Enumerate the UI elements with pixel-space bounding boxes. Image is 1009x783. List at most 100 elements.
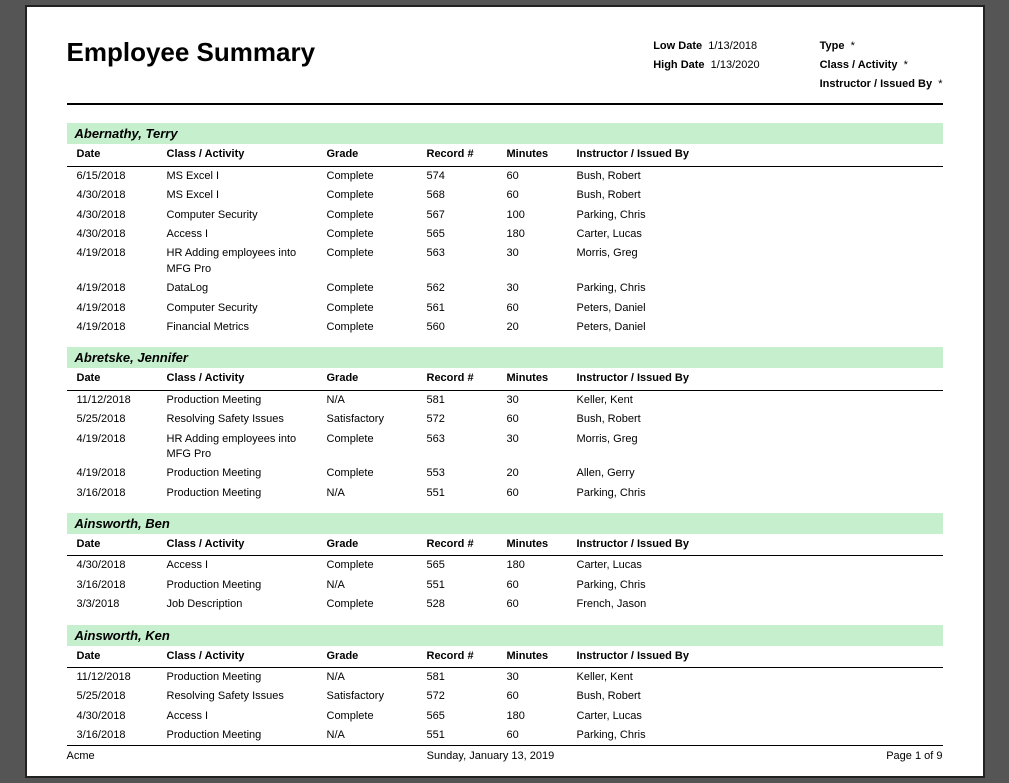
table-cell: Production Meeting xyxy=(165,669,325,686)
table-cell: 60 xyxy=(505,411,575,428)
table-cell: Complete xyxy=(325,465,425,482)
table-cell: 180 xyxy=(505,708,575,725)
table-row: 4/19/2018Financial MetricsComplete56020P… xyxy=(67,318,943,337)
table-cell: 4/19/2018 xyxy=(75,431,165,448)
table-cell: Parking, Chris xyxy=(575,280,755,297)
table-cell: N/A xyxy=(325,485,425,502)
class-value: * xyxy=(904,59,908,71)
footer-date: Sunday, January 13, 2019 xyxy=(427,750,555,762)
table-row: 4/30/2018Computer SecurityComplete567100… xyxy=(67,206,943,225)
table-cell: 561 xyxy=(425,300,505,317)
table-cell: 60 xyxy=(505,577,575,594)
employee-sections: Abernathy, TerryDateClass / ActivityGrad… xyxy=(67,123,943,745)
report-page: Employee Summary Low Date 1/13/2018 High… xyxy=(25,5,985,777)
table-cell: Complete xyxy=(325,226,425,243)
table-row: 4/30/2018Access IComplete565180Carter, L… xyxy=(67,225,943,244)
table-cell: Allen, Gerry xyxy=(575,465,755,482)
employee-section: Abretske, JenniferDateClass / ActivityGr… xyxy=(67,347,943,503)
col-header-date: Date xyxy=(75,536,165,553)
col-header-minutes: Minutes xyxy=(505,146,575,163)
table-cell: 30 xyxy=(505,431,575,448)
table-row: 11/12/2018Production MeetingN/A58130Kell… xyxy=(67,668,943,687)
table-cell: 60 xyxy=(505,688,575,705)
table-cell: Access I xyxy=(165,557,325,574)
table-cell: N/A xyxy=(325,392,425,409)
table-cell: 60 xyxy=(505,485,575,502)
col-header-minutes: Minutes xyxy=(505,370,575,387)
col-header-record_num: Record # xyxy=(425,146,505,163)
table-cell: 563 xyxy=(425,431,505,448)
column-headers: DateClass / ActivityGradeRecord #Minutes… xyxy=(67,534,943,556)
table-cell: Carter, Lucas xyxy=(575,226,755,243)
table-cell: Complete xyxy=(325,245,425,262)
table-cell: Complete xyxy=(325,596,425,613)
table-cell: 560 xyxy=(425,319,505,336)
table-cell: Complete xyxy=(325,207,425,224)
class-label: Class / Activity xyxy=(820,59,898,71)
table-cell: 4/19/2018 xyxy=(75,465,165,482)
table-cell: N/A xyxy=(325,727,425,744)
table-row: 4/19/2018HR Adding employees into MFG Pr… xyxy=(67,430,943,465)
col-header-minutes: Minutes xyxy=(505,648,575,665)
table-cell: 551 xyxy=(425,577,505,594)
table-row: 11/12/2018Production MeetingN/A58130Kell… xyxy=(67,391,943,410)
table-cell: Satisfactory xyxy=(325,688,425,705)
table-row: 4/19/2018HR Adding employees into MFG Pr… xyxy=(67,244,943,279)
table-cell: 20 xyxy=(505,319,575,336)
table-cell: Complete xyxy=(325,168,425,185)
table-cell: 528 xyxy=(425,596,505,613)
table-cell: Complete xyxy=(325,431,425,448)
table-cell: Bush, Robert xyxy=(575,168,755,185)
table-cell: Resolving Safety Issues xyxy=(165,688,325,705)
col-header-class_activity: Class / Activity xyxy=(165,146,325,163)
type-label: Type xyxy=(820,40,845,52)
filter-dates: Low Date 1/13/2018 High Date 1/13/2020 xyxy=(653,37,759,93)
table-cell: 4/30/2018 xyxy=(75,708,165,725)
table-cell: Access I xyxy=(165,226,325,243)
footer-company: Acme xyxy=(67,750,95,762)
table-cell: Parking, Chris xyxy=(575,577,755,594)
employee-name: Ainsworth, Ben xyxy=(67,513,943,534)
table-cell: Keller, Kent xyxy=(575,669,755,686)
table-cell: 581 xyxy=(425,392,505,409)
table-cell: Access I xyxy=(165,708,325,725)
table-cell: 5/25/2018 xyxy=(75,411,165,428)
table-cell: 562 xyxy=(425,280,505,297)
table-row: 4/19/2018Computer SecurityComplete56160P… xyxy=(67,299,943,318)
col-header-date: Date xyxy=(75,648,165,665)
table-cell: 4/30/2018 xyxy=(75,187,165,204)
table-cell: 20 xyxy=(505,465,575,482)
employee-name: Abretske, Jennifer xyxy=(67,347,943,368)
table-cell: 30 xyxy=(505,669,575,686)
col-header-grade: Grade xyxy=(325,536,425,553)
table-cell: 4/30/2018 xyxy=(75,207,165,224)
col-header-date: Date xyxy=(75,370,165,387)
table-cell: 30 xyxy=(505,280,575,297)
table-cell: 4/19/2018 xyxy=(75,319,165,336)
table-cell: 5/25/2018 xyxy=(75,688,165,705)
table-cell: 568 xyxy=(425,187,505,204)
table-row: 4/30/2018MS Excel IComplete56860Bush, Ro… xyxy=(67,186,943,205)
table-cell: 567 xyxy=(425,207,505,224)
table-cell: Parking, Chris xyxy=(575,485,755,502)
table-cell: 100 xyxy=(505,207,575,224)
table-cell: 30 xyxy=(505,392,575,409)
col-header-record_num: Record # xyxy=(425,648,505,665)
table-cell: Complete xyxy=(325,557,425,574)
table-cell: 60 xyxy=(505,300,575,317)
table-cell: 551 xyxy=(425,727,505,744)
high-date-value: 1/13/2020 xyxy=(711,59,760,71)
table-row: 5/25/2018Resolving Safety IssuesSatisfac… xyxy=(67,410,943,429)
table-cell: 565 xyxy=(425,226,505,243)
col-header-grade: Grade xyxy=(325,146,425,163)
table-cell: Production Meeting xyxy=(165,727,325,744)
table-cell: Resolving Safety Issues xyxy=(165,411,325,428)
table-cell: Computer Security xyxy=(165,300,325,317)
col-header-grade: Grade xyxy=(325,648,425,665)
table-cell: Complete xyxy=(325,280,425,297)
col-header-class_activity: Class / Activity xyxy=(165,536,325,553)
table-cell: 11/12/2018 xyxy=(75,669,165,686)
low-date-value: 1/13/2018 xyxy=(708,40,757,52)
table-cell: 60 xyxy=(505,596,575,613)
table-row: 4/30/2018Access IComplete565180Carter, L… xyxy=(67,556,943,575)
